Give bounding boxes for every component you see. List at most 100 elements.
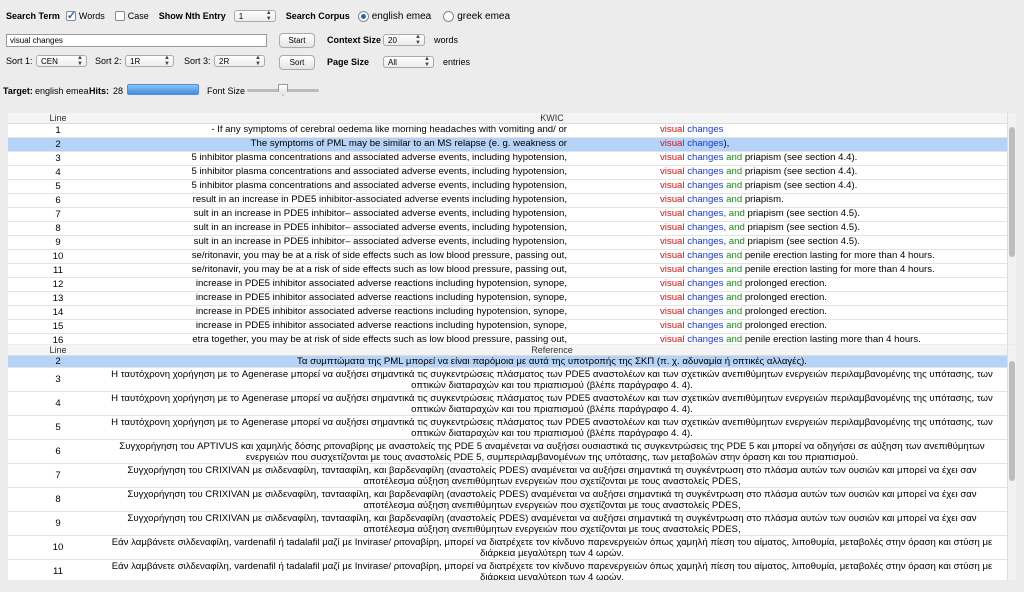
- reference-scroll-thumb[interactable]: [1009, 361, 1015, 481]
- reference-line-number: 11: [53, 566, 63, 577]
- reference-row[interactable]: 6 Συγχορήγηση του APTIVUS και χαμηλής δόσ…: [8, 440, 1016, 464]
- kwic-keyword-context: visual changes, and priapism (see sectio…: [660, 208, 860, 219]
- kwic-left-context: increase in PDE5 inhibitor associated ad…: [195, 320, 567, 331]
- sort3-select[interactable]: 2R ▲ ▼: [214, 55, 265, 67]
- kwic-row[interactable]: 13 increase in PDE5 inhibitor associated …: [8, 292, 1016, 306]
- reference-header-ref: Reference: [531, 345, 573, 355]
- reference-line-number: 6: [55, 446, 61, 457]
- kwic-keyword-1: visual: [660, 124, 685, 135]
- kwic-keyword-context: visual changes: [660, 124, 723, 135]
- kwic-row[interactable]: 10 se/ritonavir, you may be at a risk of …: [8, 250, 1016, 264]
- search-input[interactable]: visual changes: [6, 34, 267, 47]
- reference-table: Line Reference 2 Τα συμπτώματα της PML μπ…: [8, 345, 1016, 580]
- sort1-label: Sort 1:: [6, 56, 33, 66]
- sort3-value: 2R: [219, 56, 230, 66]
- show-nth-select[interactable]: 1 ▲ ▼: [233, 10, 276, 22]
- kwic-row[interactable]: 9 sult in an increase in PDE5 inhibitor– …: [8, 236, 1016, 250]
- kwic-row[interactable]: 8 sult in an increase in PDE5 inhibitor– …: [8, 222, 1016, 236]
- kwic-keyword-1: visual: [660, 180, 685, 191]
- kwic-keyword-context: visual changes and priapism (see section…: [660, 152, 857, 163]
- kwic-keyword-context: visual changes, and priapism (see sectio…: [660, 236, 860, 247]
- reference-line-number: 9: [55, 518, 61, 529]
- reference-text: Συγχορήγηση του CRIXIVAN με σιλδεναφίλη,…: [127, 464, 977, 487]
- sort-button[interactable]: Sort: [279, 55, 315, 70]
- target-value: english emea: [35, 86, 89, 96]
- kwic-keyword-context: visual changes and penile erection lasti…: [660, 250, 935, 261]
- kwic-row[interactable]: 15 increase in PDE5 inhibitor associated …: [8, 320, 1016, 334]
- start-button[interactable]: Start: [279, 33, 315, 48]
- corpus-english-radio[interactable]: [357, 10, 369, 22]
- kwic-line-number: 9: [55, 237, 61, 248]
- sort2-select[interactable]: 1R ▲ ▼: [125, 55, 174, 67]
- kwic-row[interactable]: 16 etra together, you may be at risk of s…: [8, 334, 1016, 344]
- reference-row[interactable]: 11 Εάν λαμβάνετε σιλδεναφίλη, vardenafil …: [8, 560, 1016, 581]
- kwic-row[interactable]: 1 - If any symptoms of cerebral oedema li…: [8, 124, 1016, 138]
- kwic-concordance: increase in PDE5 inhibitor associated ad…: [108, 320, 1016, 333]
- kwic-row[interactable]: 7 sult in an increase in PDE5 inhibitor– …: [8, 208, 1016, 222]
- kwic-keyword-2: changes: [687, 264, 724, 275]
- kwic-row[interactable]: 12 increase in PDE5 inhibitor associated …: [8, 278, 1016, 292]
- sort2-label: Sort 2:: [95, 56, 122, 66]
- kwic-right-context: priapism.: [742, 194, 784, 205]
- case-checkbox[interactable]: [114, 11, 125, 21]
- corpus-greek-radio[interactable]: [443, 10, 455, 22]
- page-size-value: All: [388, 57, 397, 67]
- kwic-scrollbar[interactable]: [1007, 113, 1016, 344]
- kwic-right-context: priapism (see section 4.5).: [744, 222, 860, 233]
- kwic-right-context: ),: [723, 138, 730, 149]
- kwic-right-context: penile erection lasting more than 4 hour…: [742, 334, 921, 344]
- kwic-row[interactable]: 4 5 inhibitor plasma concentrations and a…: [8, 166, 1016, 180]
- context-size-select[interactable]: 20 ▲ ▼: [383, 34, 425, 46]
- reference-row[interactable]: 5 Η ταυτόχρονη χορήγηση με το Agenerase μ…: [8, 416, 1016, 440]
- kwic-row[interactable]: 11 se/ritonavir, you may be at a risk of …: [8, 264, 1016, 278]
- kwic-row[interactable]: 6 result in an increase in PDE5 inhibitor…: [8, 194, 1016, 208]
- kwic-keyword-2: changes: [687, 292, 724, 303]
- search-term-label: Search Term: [6, 11, 60, 21]
- kwic-keyword-2: changes: [687, 306, 724, 317]
- kwic-row[interactable]: 14 increase in PDE5 inhibitor associated …: [8, 306, 1016, 320]
- reference-text: Συγχορήγηση του CRIXIVAN με σιλδεναφίλη,…: [127, 488, 977, 511]
- kwic-scroll-thumb[interactable]: [1009, 127, 1015, 257]
- sort1-select[interactable]: CEN ▲ ▼: [36, 55, 87, 67]
- kwic-left-context: increase in PDE5 inhibitor associated ad…: [195, 306, 567, 317]
- slider-thumb[interactable]: [278, 84, 288, 96]
- reference-row[interactable]: 2 Τα συμπτώματα της PML μπορεί να είναι π…: [8, 356, 1016, 368]
- kwic-line-number: 14: [52, 307, 64, 318]
- reference-row[interactable]: 9 Συγχορήγηση του CRIXIVAN με σιλδεναφίλη…: [8, 512, 1016, 536]
- kwic-right-context: penile erection lasting for more than 4 …: [742, 264, 935, 275]
- show-nth-label: Show Nth Entry: [158, 11, 226, 21]
- page-size-select[interactable]: All ▲ ▼: [383, 56, 434, 68]
- kwic-line-number: 11: [53, 265, 63, 276]
- reference-row[interactable]: 8 Συγχορήγηση του CRIXIVAN με σιλδεναφίλη…: [8, 488, 1016, 512]
- reference-line-number: 4: [55, 398, 61, 409]
- reference-text: Συγχορήγηση του APTIVUS και χαμηλής δόση…: [119, 440, 985, 463]
- kwic-right-context: priapism (see section 4.4).: [742, 152, 858, 163]
- kwic-line-number: 12: [52, 279, 64, 290]
- kwic-left-context: se/ritonavir, you may be at a risk of si…: [191, 250, 567, 261]
- select-arrows-icon: ▲ ▼: [255, 55, 261, 67]
- reference-text: Η ταυτόχρονη χορήγηση με το Agenerase μπ…: [111, 416, 993, 439]
- kwic-keyword-2: changes: [687, 152, 724, 163]
- select-arrows-icon: ▲ ▼: [265, 10, 272, 22]
- select-arrows-icon: ▲ ▼: [424, 56, 430, 68]
- font-size-label: Font Size: [207, 86, 246, 96]
- reference-scrollbar[interactable]: [1007, 345, 1016, 580]
- kwic-row[interactable]: 5 5 inhibitor plasma concentrations and a…: [8, 180, 1016, 194]
- words-checkbox[interactable]: [65, 9, 76, 22]
- sort3-label: Sort 3:: [184, 56, 211, 66]
- reference-row[interactable]: 4 Η ταυτόχρονη χορήγηση με το Agenerase μ…: [8, 392, 1016, 416]
- kwic-keyword-2: changes,: [687, 236, 727, 247]
- reference-row[interactable]: 3 Η ταυτόχρονη χορήγηση με το Agenerase μ…: [8, 368, 1016, 392]
- reference-row[interactable]: 10 Εάν λαμβάνετε σιλδεναφίλη, vardenafil …: [8, 536, 1016, 560]
- kwic-row[interactable]: 3 5 inhibitor plasma concentrations and a…: [8, 152, 1016, 166]
- search-row: Search Term Words Case Show Nth Entry 1 ▲…: [6, 8, 510, 24]
- font-size-slider[interactable]: [247, 82, 319, 98]
- kwic-right-context: prolonged erection.: [742, 292, 827, 303]
- reference-text: Εάν λαμβάνετε σιλδεναφίλη, vardenafil ή …: [111, 536, 993, 559]
- context-size-value: 20: [388, 35, 397, 45]
- kwic-row[interactable]: 2 The symptoms of PML may be similar to a…: [8, 138, 1016, 152]
- kwic-concordance: increase in PDE5 inhibitor associated ad…: [108, 278, 1016, 291]
- reference-row[interactable]: 7 Συγχορήγηση του CRIXIVAN με σιλδεναφίλη…: [8, 464, 1016, 488]
- reference-line-number: 3: [55, 374, 61, 385]
- search-corpus-label: Search Corpus: [285, 11, 350, 21]
